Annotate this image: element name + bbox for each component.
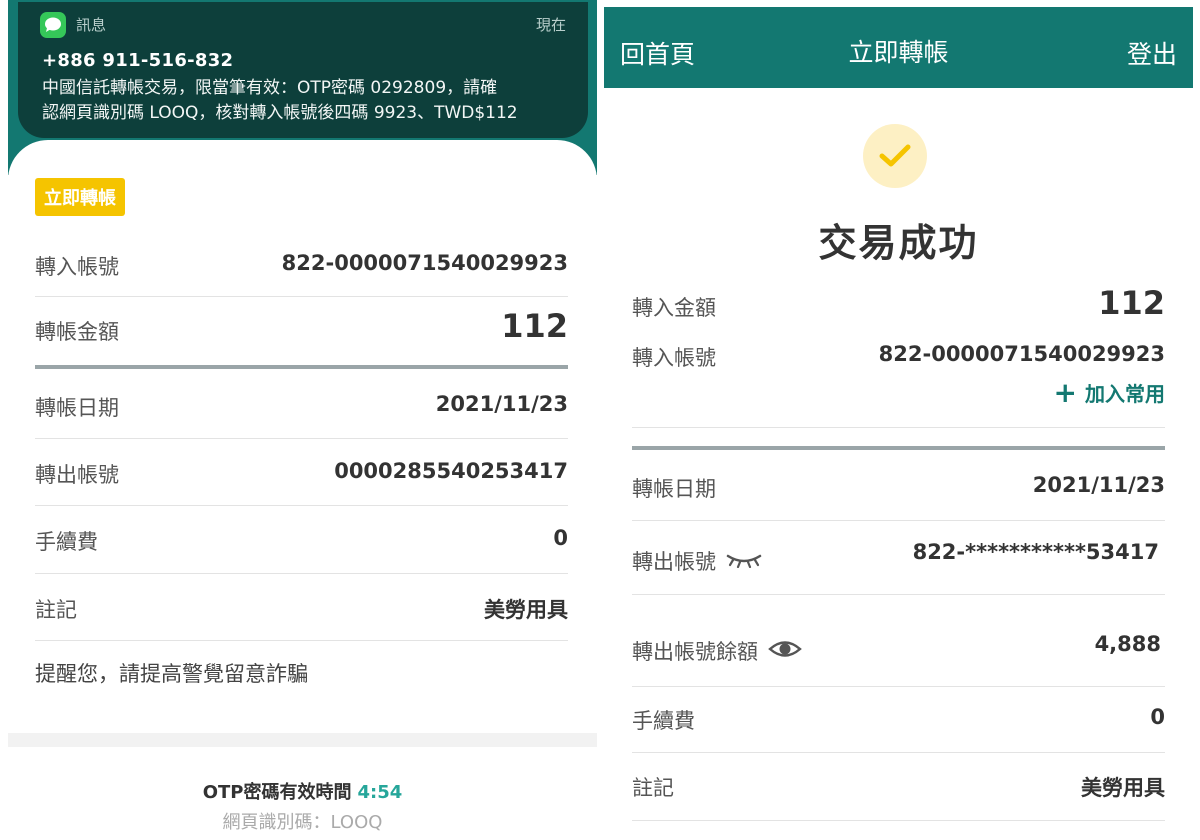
row-source-account: 轉出帳號 822-***********53417 [632, 540, 1165, 576]
row-label: 手續費 [632, 709, 695, 733]
row-value: 822-0000071540029923 [281, 251, 568, 275]
row-source-balance: 轉出帳號餘額 4,888 [632, 632, 1165, 668]
row-label: 轉出帳號 [35, 463, 119, 487]
row-divider [632, 686, 1165, 687]
row-divider [632, 752, 1165, 753]
web-identification-code: 網頁識別碼：LOOQ [222, 812, 383, 833]
row-value: 2021/11/23 [435, 392, 568, 416]
row-transfer-date: 轉帳日期 2021/11/23 [35, 372, 568, 439]
notification-body: 中國信託轉帳交易，限當筆有效：OTP密碼 0292809，請確 認網頁識別碼 L… [42, 76, 572, 126]
row-label: 轉出帳號餘額 [632, 636, 802, 666]
messages-app-icon [40, 12, 66, 38]
otp-countdown: 4:54 [357, 782, 403, 803]
row-memo: 註記 美勞用具 [35, 574, 568, 641]
row-label-text: 轉出帳號 [632, 550, 716, 574]
eye-closed-icon[interactable] [726, 549, 762, 573]
row-value: 112 [1098, 284, 1165, 322]
row-divider [632, 520, 1165, 521]
top-navigation-bar: 回首頁 立即轉帳 登出 [604, 7, 1193, 88]
row-transfer-amount: 轉帳金額 112 [35, 297, 568, 365]
row-label: 註記 [35, 598, 77, 622]
otp-validity: OTP密碼有效時間 4:54 [8, 778, 597, 804]
row-source-account: 轉出帳號 0000285540253417 [35, 439, 568, 506]
row-value: 美勞用具 [1081, 776, 1165, 800]
transaction-status: 交易成功 [818, 221, 979, 265]
row-fee: 手續費 0 [35, 506, 568, 574]
row-label: 轉入帳號 [632, 346, 716, 370]
row-value: 4,888 [1094, 632, 1161, 656]
otp-validity-label: OTP密碼有效時間 [202, 782, 352, 803]
section-separator [8, 733, 597, 747]
row-value: 美勞用具 [484, 598, 568, 622]
row-value: 0 [553, 526, 568, 550]
add-favorite-label: 加入常用 [1085, 382, 1165, 406]
row-payee-account: 轉入帳號 822-0000071540029923 [632, 342, 1165, 372]
row-value: 822-0000071540029923 [878, 342, 1165, 366]
notification-app-name: 訊息 [76, 16, 107, 34]
row-value: 0000285540253417 [334, 459, 568, 483]
logout-link[interactable]: 登出 [1127, 35, 1177, 71]
add-favorite-button[interactable]: + 加入常用 [1054, 378, 1165, 407]
row-divider [632, 820, 1165, 821]
row-label: 轉帳日期 [632, 477, 716, 501]
notification-time: 現在 [535, 16, 566, 34]
row-label: 轉入金額 [632, 296, 716, 320]
section-divider [35, 365, 568, 369]
row-received-amount: 轉入金額 112 [632, 282, 1165, 328]
row-value: 112 [501, 307, 568, 345]
section-divider [632, 446, 1165, 450]
row-value: 822-***********53417 [912, 540, 1159, 564]
notification-line-1: 中國信託轉帳交易，限當筆有效：OTP密碼 0292809，請確 [42, 78, 498, 98]
row-divider [632, 427, 1165, 428]
row-label-text: 轉出帳號餘額 [632, 640, 758, 664]
transfer-result-panel: 回首頁 立即轉帳 登出 交易成功 轉入金額 112 轉入帳號 822-00000… [604, 0, 1193, 840]
row-payee-account: 轉入帳號 822-0000071540029923 [35, 240, 568, 297]
notification-line-2: 認網頁識別碼 LOOQ，核對轉入帳號後四碼 9923、TWD$112 [42, 103, 518, 123]
success-check-icon [863, 124, 927, 188]
fraud-reminder: 提醒您，請提高警覺留意詐騙 [35, 662, 308, 686]
page-title: 立即轉帳 [848, 38, 949, 67]
row-label: 轉帳日期 [35, 396, 119, 420]
row-label: 註記 [632, 776, 674, 800]
row-divider [632, 594, 1165, 595]
row-label: 手續費 [35, 530, 98, 554]
eye-open-icon[interactable] [768, 638, 802, 665]
row-fee: 手續費 0 [632, 705, 1165, 735]
row-memo: 註記 美勞用具 [632, 772, 1165, 802]
plus-icon: + [1053, 375, 1077, 409]
notification-sender: +886 911-516-832 [42, 50, 234, 71]
row-transfer-date: 轉帳日期 2021/11/23 [632, 473, 1165, 503]
sms-notification[interactable]: 訊息 現在 +886 911-516-832 中國信託轉帳交易，限當筆有效：OT… [18, 2, 588, 138]
otp-confirmation-panel: 訊息 現在 +886 911-516-832 中國信託轉帳交易，限當筆有效：OT… [8, 0, 597, 840]
transfer-type-badge: 立即轉帳 [35, 178, 125, 216]
row-label: 轉帳金額 [35, 320, 119, 344]
row-label: 轉出帳號 [632, 546, 762, 576]
row-label: 轉入帳號 [35, 255, 119, 279]
row-value: 2021/11/23 [1032, 473, 1165, 497]
row-value: 0 [1150, 705, 1165, 729]
